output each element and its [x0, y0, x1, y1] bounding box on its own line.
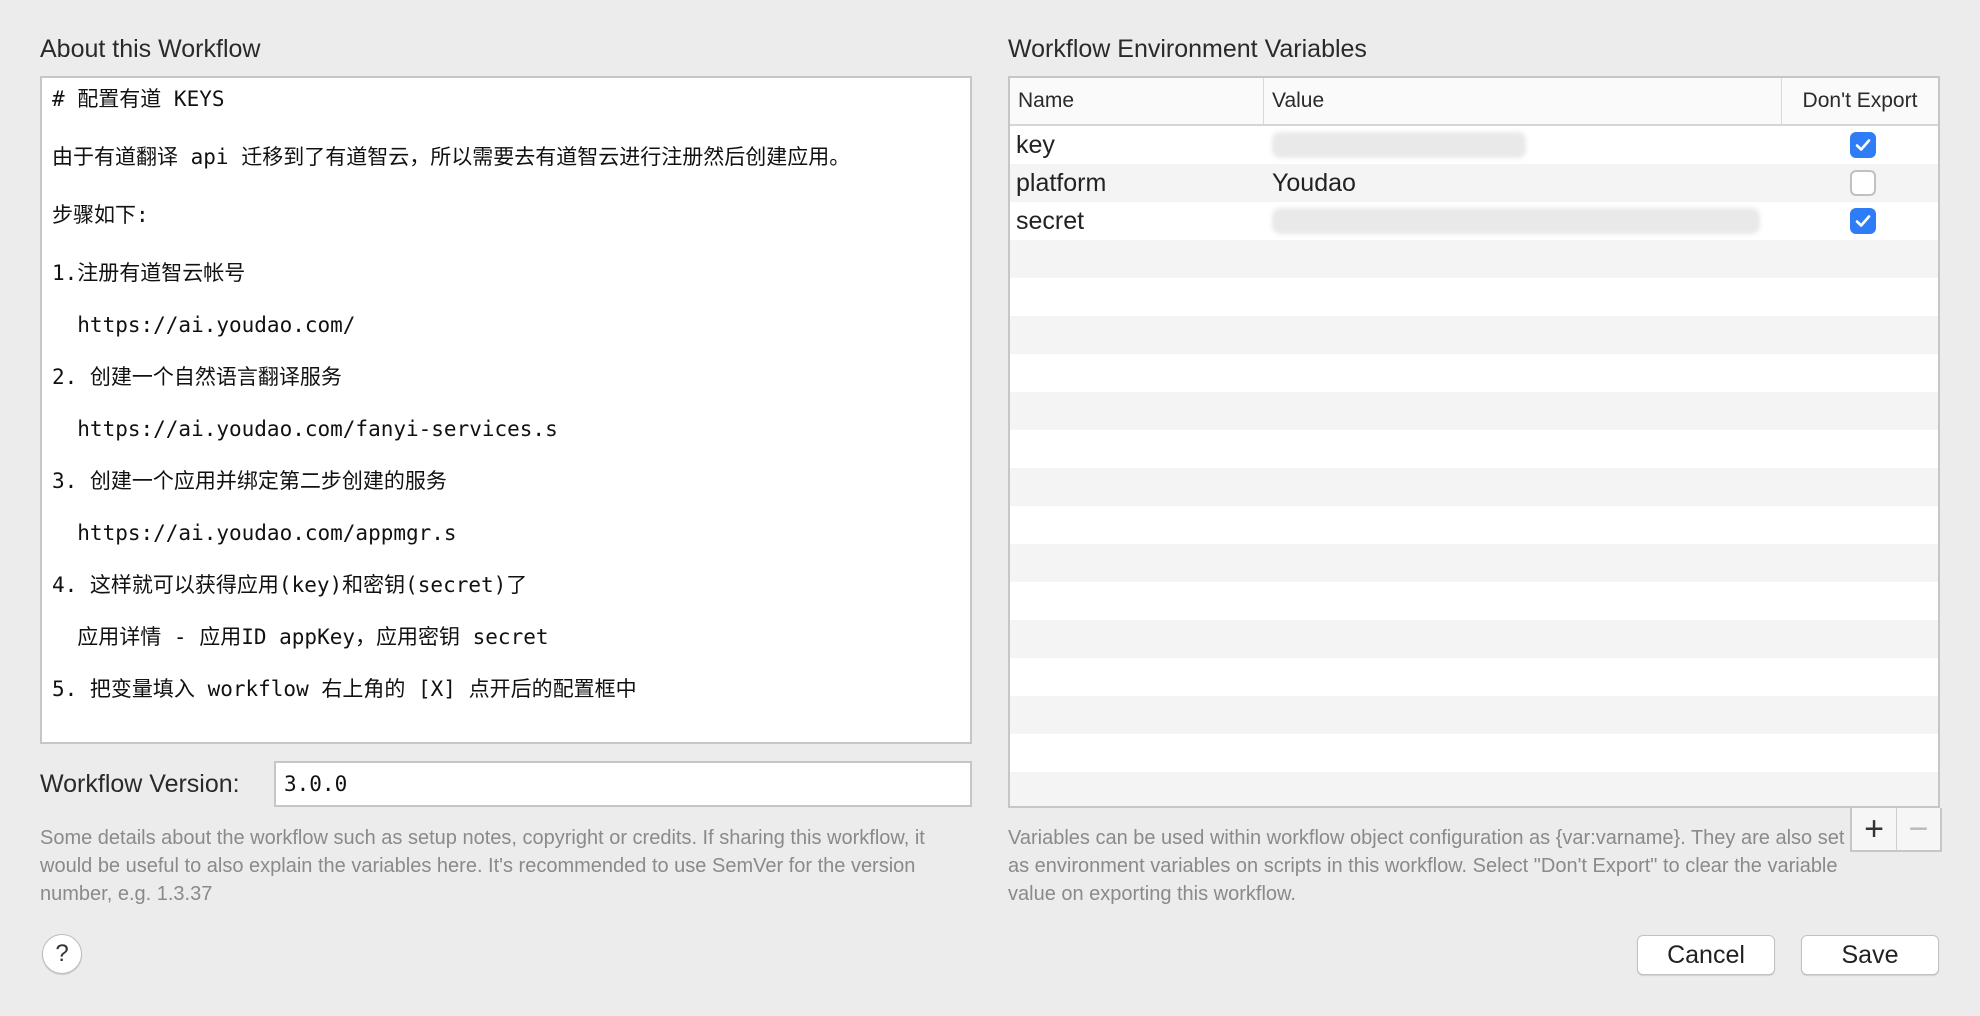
- dont-export-cell: [1782, 164, 1938, 202]
- table-row[interactable]: platform Youdao: [1010, 164, 1938, 202]
- about-title: About this Workflow: [40, 35, 261, 63]
- empty-row: [1010, 316, 1938, 354]
- notes-line: 3. 创建一个应用并绑定第二步创建的服务: [52, 469, 447, 493]
- help-button[interactable]: ?: [42, 934, 82, 974]
- notes-line: https://ai.youdao.com/fanyi-services.s: [52, 417, 558, 441]
- empty-row: [1010, 544, 1938, 582]
- remove-variable-button[interactable]: −: [1895, 808, 1940, 850]
- empty-row: [1010, 430, 1938, 468]
- notes-line: 5. 把变量填入 workflow 右上角的 [X] 点开后的配置框中: [52, 677, 637, 701]
- empty-row: [1010, 506, 1938, 544]
- empty-row: [1010, 620, 1938, 658]
- notes-line: 步骤如下:: [52, 203, 149, 227]
- column-header-name[interactable]: Name: [1010, 78, 1264, 124]
- empty-row: [1010, 696, 1938, 734]
- checkmark-icon: [1855, 139, 1871, 151]
- dont-export-cell: [1782, 126, 1938, 164]
- workflow-notes-textarea[interactable]: # 配置有道 KEYS 由于有道翻译 api 迁移到了有道智云，所以需要去有道智…: [40, 76, 972, 744]
- save-button[interactable]: Save: [1801, 935, 1939, 975]
- about-panel: About this Workflow # 配置有道 KEYS 由于有道翻译 a…: [40, 30, 972, 905]
- table-body: key platform Youdao secret: [1010, 126, 1938, 806]
- dont-export-checkbox[interactable]: [1850, 170, 1876, 196]
- notes-line: 2. 创建一个自然语言翻译服务: [52, 365, 342, 389]
- variable-value-cell[interactable]: [1264, 202, 1782, 240]
- env-help-text: Variables can be used within workflow ob…: [1008, 827, 1845, 905]
- empty-row: [1010, 392, 1938, 430]
- table-row[interactable]: key: [1010, 126, 1938, 164]
- table-header: Name Value Don't Export: [1010, 78, 1938, 126]
- env-panel: Workflow Environment Variables Name Valu…: [1008, 30, 1942, 905]
- dont-export-checkbox[interactable]: [1850, 132, 1876, 158]
- notes-line: 应用详情 - 应用ID appKey，应用密钥 secret: [52, 625, 549, 649]
- empty-row: [1010, 468, 1938, 506]
- empty-row: [1010, 658, 1938, 696]
- empty-row: [1010, 772, 1938, 806]
- dont-export-checkbox[interactable]: [1850, 208, 1876, 234]
- checkmark-icon: [1855, 215, 1871, 227]
- notes-line: 4. 这样就可以获得应用(key)和密钥(secret)了: [52, 573, 528, 597]
- notes-line: https://ai.youdao.com/appmgr.s: [52, 521, 457, 545]
- variable-value-cell[interactable]: [1264, 126, 1782, 164]
- table-row[interactable]: secret: [1010, 202, 1938, 240]
- variable-value-cell[interactable]: Youdao: [1264, 164, 1782, 202]
- column-header-dont-export[interactable]: Don't Export: [1782, 78, 1938, 124]
- empty-row: [1010, 278, 1938, 316]
- notes-line: # 配置有道 KEYS: [52, 87, 225, 111]
- version-label: Workflow Version:: [40, 770, 240, 798]
- cancel-button[interactable]: Cancel: [1637, 935, 1775, 975]
- empty-row: [1010, 734, 1938, 772]
- dont-export-cell: [1782, 202, 1938, 240]
- env-variables-table[interactable]: Name Value Don't Export key platform Youda…: [1008, 76, 1940, 808]
- empty-row: [1010, 354, 1938, 392]
- variable-name-cell[interactable]: platform: [1010, 164, 1264, 202]
- variable-name-cell[interactable]: key: [1010, 126, 1264, 164]
- notes-line: https://ai.youdao.com/: [52, 313, 356, 337]
- empty-row: [1010, 582, 1938, 620]
- about-help-text: Some details about the workflow such as …: [40, 827, 925, 905]
- version-input[interactable]: 3.0.0: [274, 761, 972, 807]
- env-title: Workflow Environment Variables: [1008, 35, 1367, 63]
- variable-name-cell[interactable]: secret: [1010, 202, 1264, 240]
- column-header-value[interactable]: Value: [1264, 78, 1782, 124]
- notes-line: 1.注册有道智云帐号: [52, 261, 246, 285]
- version-row: Workflow Version: 3.0.0: [40, 761, 972, 807]
- empty-row: [1010, 240, 1938, 278]
- redacted-value: [1272, 132, 1526, 158]
- redacted-value: [1272, 208, 1760, 234]
- notes-line: 由于有道翻译 api 迁移到了有道智云，所以需要去有道智云进行注册然后创建应用。: [52, 145, 851, 169]
